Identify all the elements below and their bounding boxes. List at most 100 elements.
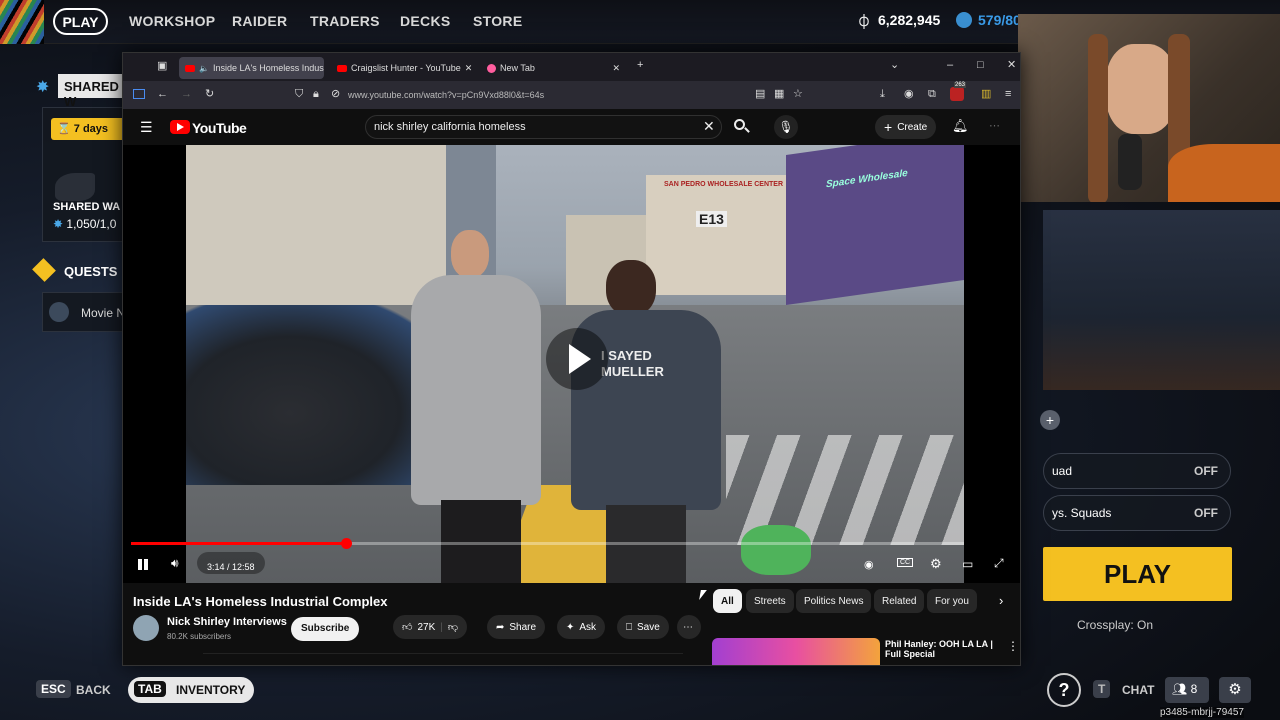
adblock-extension-icon[interactable] [950, 87, 964, 101]
recommendation-thumbnail[interactable] [712, 638, 880, 665]
menu-icon[interactable]: ≡ [1005, 89, 1011, 100]
new-tab-icon[interactable]: + [637, 60, 643, 71]
big-play-button[interactable] [546, 328, 608, 390]
chevron-down-icon[interactable]: ⌄ [890, 60, 899, 71]
clear-search-icon[interactable]: ✕ [703, 118, 715, 135]
nav-decks[interactable]: DECKS [400, 13, 451, 29]
tab-overview-icon[interactable]: ▣ [157, 61, 167, 72]
lock-icon: 🔒︎ [313, 88, 319, 100]
reader-icon[interactable]: ▦ [774, 89, 784, 100]
recommendation-title[interactable]: Phil Hanley: OOH LA LA | Full Special [885, 639, 993, 659]
extensions-icon[interactable]: ⧉ [928, 89, 936, 100]
channel-avatar[interactable] [133, 615, 159, 641]
maximize-icon[interactable]: □ [977, 60, 984, 71]
tab-inside-la[interactable]: 🔈 Inside LA's Homeless Indus ✕ [179, 57, 324, 79]
chip-streets[interactable]: Streets [746, 589, 794, 613]
tab-title: Craigslist Hunter - YouTube [351, 63, 461, 73]
pip-icon[interactable]: ▤ [755, 89, 765, 100]
game-logo-stripes [0, 0, 44, 44]
chips-next-icon[interactable]: › [999, 593, 1003, 608]
save-button[interactable]: ⎕ Save [617, 615, 669, 639]
theater-mode-icon[interactable]: ▭ [962, 557, 973, 571]
chip-all[interactable]: All [713, 589, 742, 613]
inventory-button[interactable]: TAB INVENTORY [128, 677, 254, 703]
time-display: 3:14 / 12:58 [197, 552, 265, 574]
shield-icon[interactable]: ⛉ [295, 89, 303, 100]
chip-related[interactable]: Related [874, 589, 925, 613]
reload-icon[interactable]: ↻ [205, 89, 214, 100]
back-label[interactable]: BACK [76, 683, 111, 697]
person-interviewee-head [606, 260, 656, 316]
minimize-icon[interactable]: – [947, 60, 953, 71]
hair-left [1088, 34, 1108, 202]
shirt-line-2: MUELLER [601, 364, 664, 379]
settings-icon[interactable]: ⚙ [1219, 677, 1251, 703]
tab-new-tab[interactable]: New Tab ✕ [481, 57, 626, 79]
autoplay-toggle-icon[interactable]: ◉ [864, 558, 874, 571]
screen: PLAY WORKSHOP RAIDER TRADERS DECKS STORE… [0, 0, 1280, 720]
pause-icon[interactable] [138, 559, 142, 570]
notifications-bell-icon[interactable]: 🔔︎ [952, 118, 969, 134]
days-badge: ⌛ 7 days [51, 118, 131, 140]
mic-icon[interactable]: 🎙︎ [774, 115, 798, 139]
chip-politics-news[interactable]: Politics News [796, 589, 872, 613]
avatar-loading-icon[interactable]: ⋯ [989, 119, 1000, 132]
volume-icon[interactable]: 🔊︎ [171, 556, 179, 571]
scrubber-handle[interactable] [340, 538, 352, 549]
option-squad[interactable]: uad OFF [1043, 453, 1231, 489]
bookmark-star-icon[interactable]: ☆ [793, 89, 803, 100]
video-player[interactable]: SAN PEDRO WHOLESALE CENTER E13 Space Who… [123, 145, 1020, 583]
settings-gear-icon[interactable]: ⚙ [930, 556, 942, 572]
hamburger-icon[interactable]: ☰ [140, 119, 153, 136]
chat-key[interactable]: T [1093, 680, 1111, 698]
sidebar-icon[interactable] [133, 89, 145, 99]
chip-for-you[interactable]: For you [927, 589, 977, 613]
search-input[interactable]: nick shirley california homeless [365, 115, 722, 139]
tab-craigslist[interactable]: Craigslist Hunter - YouTube ✕ [331, 57, 476, 79]
more-actions-button[interactable]: ⋯ [677, 615, 701, 639]
search-button[interactable] [725, 115, 759, 139]
back-icon[interactable]: ← [157, 89, 168, 100]
fullscreen-icon[interactable]: ⤢ [994, 556, 1004, 571]
esc-key[interactable]: ESC [36, 680, 71, 698]
captions-icon[interactable]: CC [897, 558, 914, 567]
ask-button[interactable]: ✦ Ask [557, 615, 606, 639]
subscriber-count: 80.2K subscribers [167, 632, 232, 641]
shared-header: SHARED W [58, 74, 128, 109]
nav-raider[interactable]: RAIDER [232, 13, 287, 29]
add-icon[interactable]: + [1040, 410, 1060, 430]
share-button[interactable]: ➦ Share [487, 615, 546, 639]
forward-icon[interactable]: → [181, 89, 192, 100]
speaker-icon[interactable]: 🔈 [199, 64, 209, 73]
game-extension-icon[interactable]: ▥ [981, 89, 991, 100]
create-button[interactable]: + Create [875, 115, 937, 139]
close-window-icon[interactable]: ✕ [1007, 60, 1016, 71]
like-button[interactable]: 👍︎ 27K | 👎︎ [393, 615, 468, 639]
friends-button[interactable]: 👥︎ 8 [1165, 677, 1209, 703]
youtube-logo-icon[interactable] [170, 120, 190, 134]
game-scene-right [1043, 210, 1280, 390]
play-button[interactable]: PLAY [1043, 547, 1232, 601]
thumbs-down-icon[interactable]: 👎︎ [448, 621, 458, 633]
chat-label[interactable]: CHAT [1122, 683, 1154, 697]
url-text[interactable]: www.youtube.com/watch?v=pCn9Vxd88l0&t=64… [348, 90, 544, 100]
extension-badge: 263 [954, 82, 967, 88]
account-icon[interactable]: ◉ [904, 89, 914, 100]
download-icon[interactable]: ⤓ [880, 89, 885, 100]
nav-store[interactable]: STORE [473, 13, 522, 29]
nav-play[interactable]: PLAY [53, 8, 108, 35]
close-tab-icon[interactable]: ✕ [612, 63, 620, 74]
channel-name[interactable]: Nick Shirley Interviews [167, 616, 287, 628]
option-vs-squads[interactable]: ys. Squads OFF [1043, 495, 1231, 531]
nav-traders[interactable]: TRADERS [310, 13, 380, 29]
recommendation-menu-icon[interactable]: ⋮ [1007, 639, 1019, 653]
nav-workshop[interactable]: WORKSHOP [129, 13, 215, 29]
permissions-icon[interactable]: ⊘ [331, 89, 340, 100]
close-tab-icon[interactable]: ✕ [465, 63, 473, 74]
shared-card[interactable]: ⌛ 7 days SHARED WA ✸ 1,050/1,0 [42, 107, 132, 242]
youtube-logo-text[interactable]: YouTube [192, 120, 247, 136]
quest-item[interactable]: Movie N [42, 292, 132, 332]
space-wholesale-sign: Space Wholesale [826, 167, 908, 191]
help-icon[interactable]: ? [1047, 673, 1081, 707]
subscribe-button[interactable]: Subscribe [291, 617, 360, 641]
